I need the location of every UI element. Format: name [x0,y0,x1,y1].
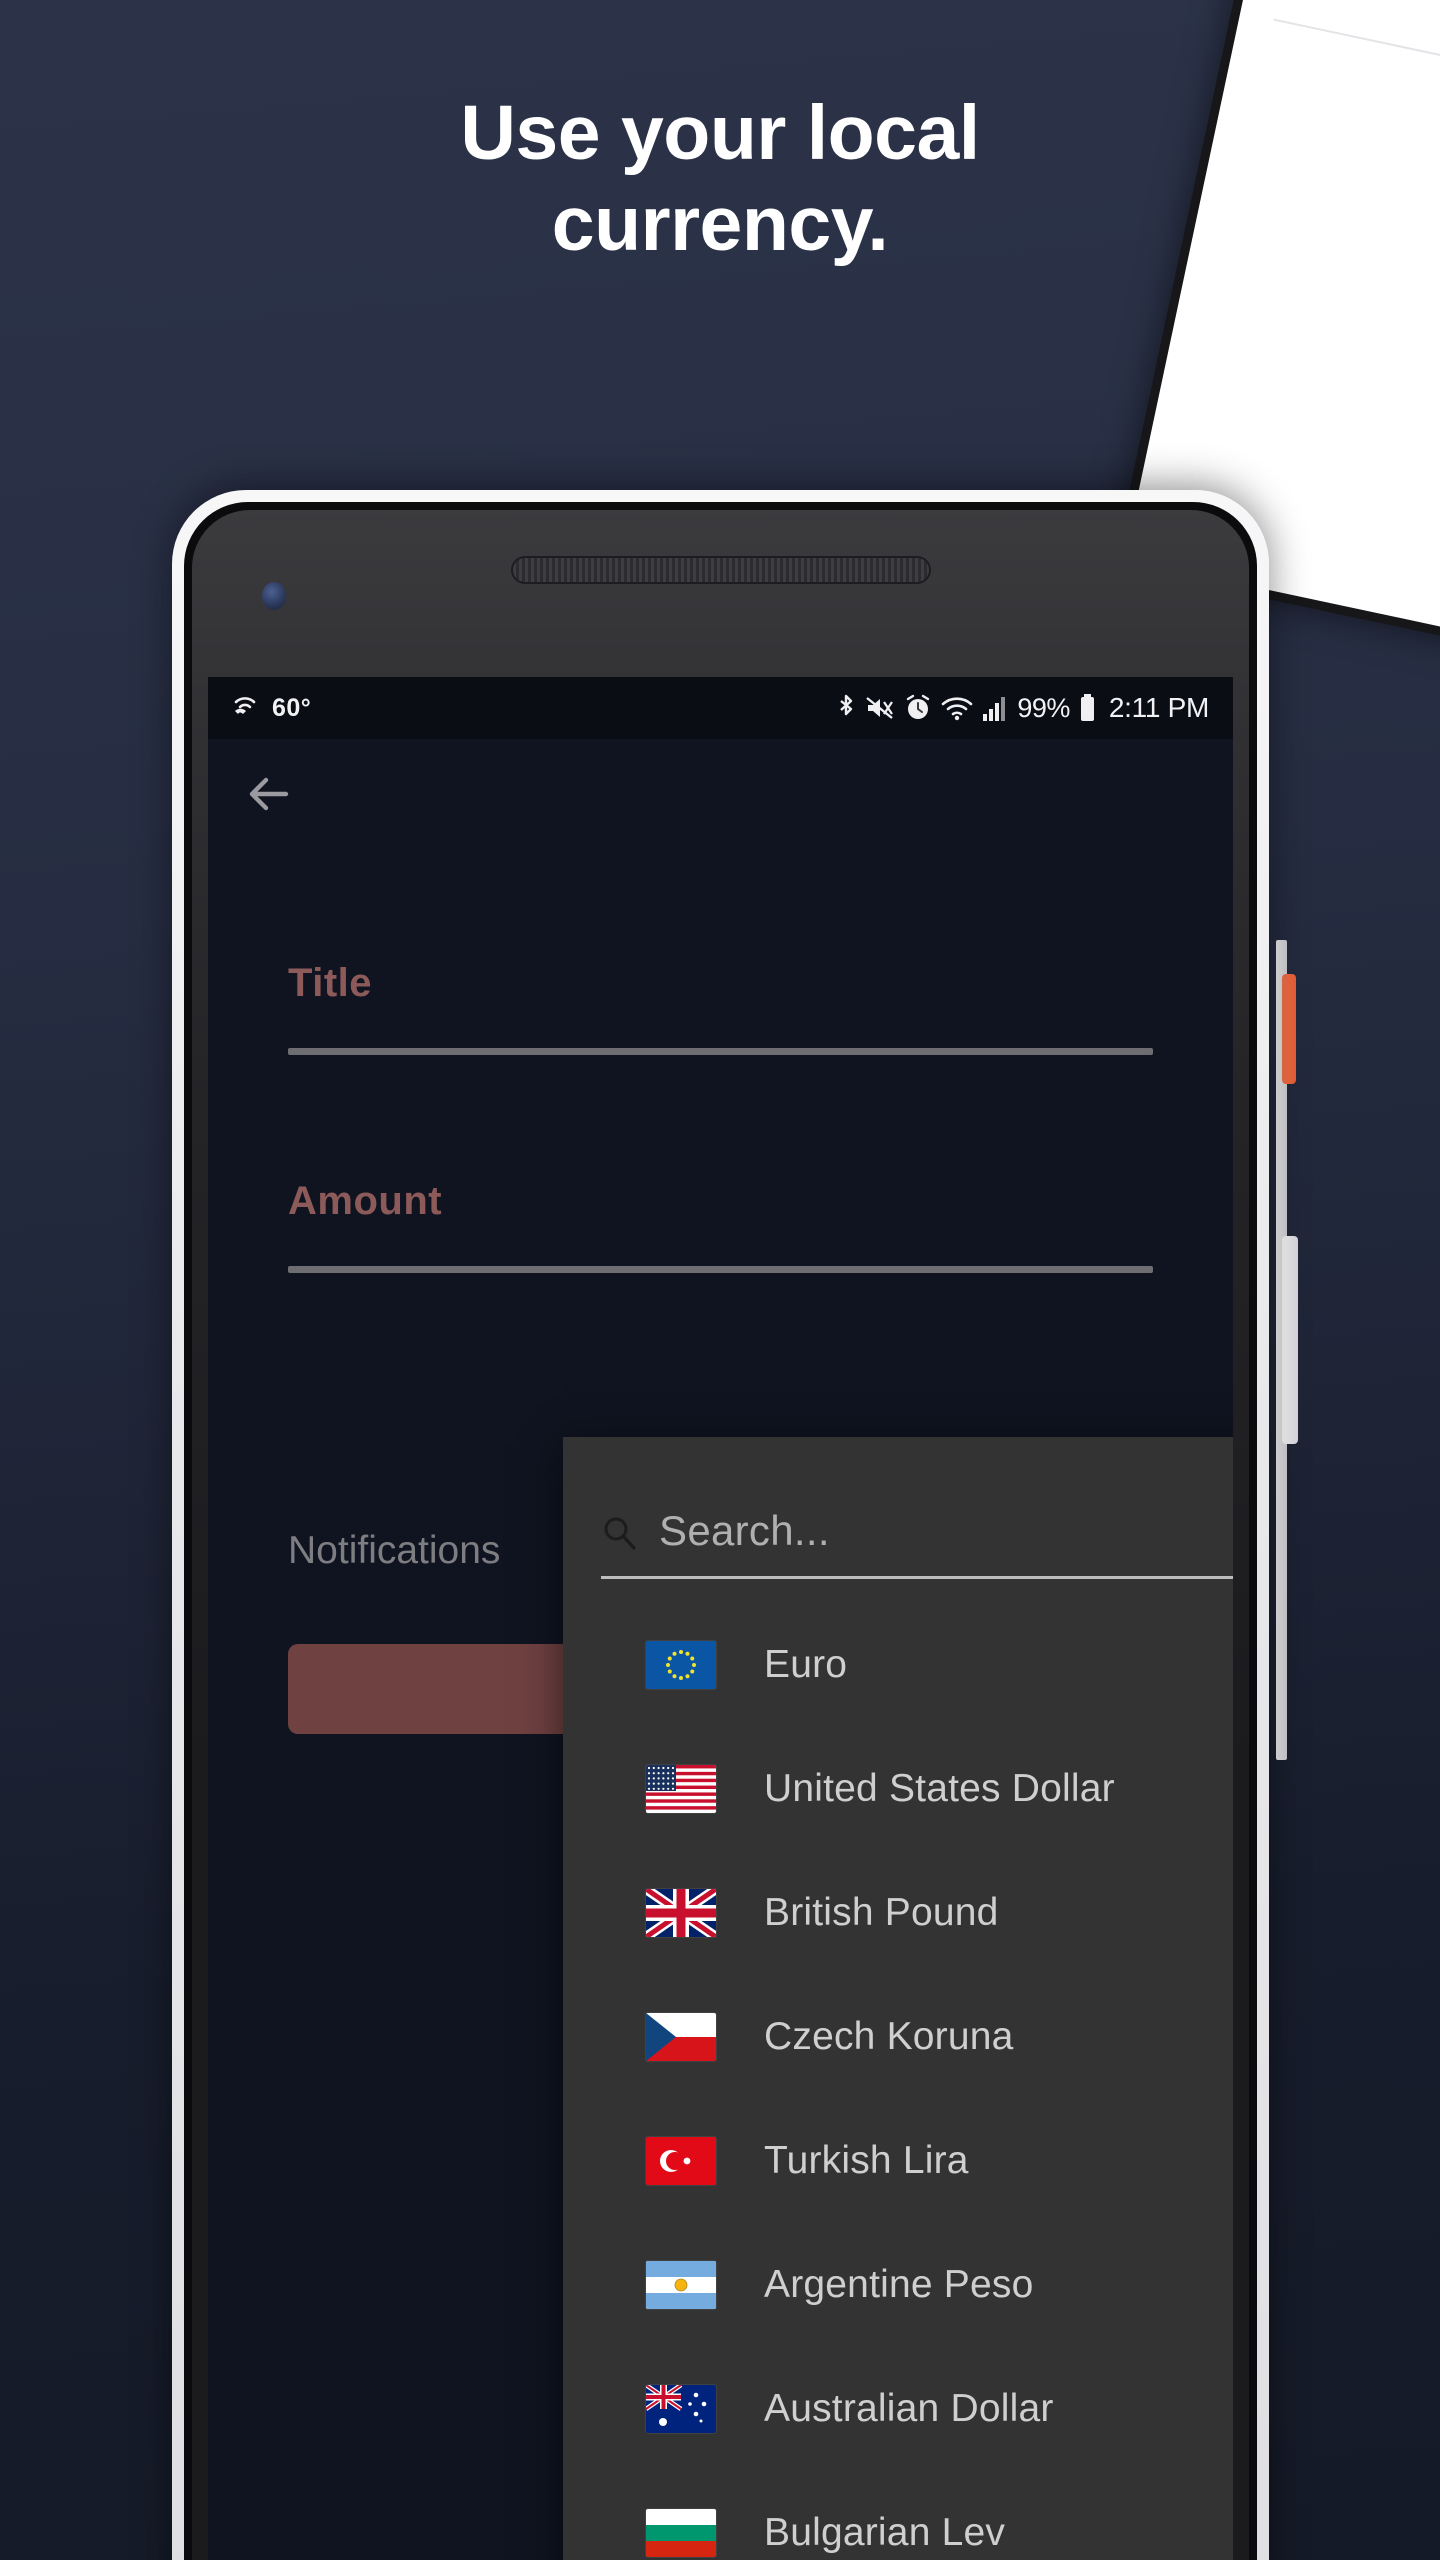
back-arrow-icon[interactable] [242,767,296,821]
cz-flag-icon [646,2013,716,2061]
cell-signal-icon [982,694,1008,722]
us-flag-icon [646,1765,716,1813]
amount-field-group: Amount [288,1179,1153,1273]
search-input[interactable]: Search... [659,1507,830,1555]
alarm-icon [904,694,932,722]
currency-list-item[interactable]: Turkish Lira [563,2099,1233,2223]
status-bar-time: 2:11 PM [1108,692,1209,723]
currency-name: Bulgarian Lev [764,2511,1006,2554]
title-field-underline[interactable] [288,1048,1153,1055]
currency-list-item[interactable]: Bulgarian Lev [563,2471,1233,2560]
amount-field-label: Amount [288,1179,443,1223]
app-bar [208,739,1233,849]
status-bar: 60° 99% 2:11 PM [208,677,1233,739]
currency-name: Euro [764,1643,848,1686]
weather-temperature: 60° [272,693,312,722]
tr-flag-icon [646,2137,716,2185]
secondary-phone-divider [1273,18,1440,98]
status-bar-left: 60° [232,694,311,723]
currency-name: Czech Koruna [764,2015,1014,2058]
currency-name: Australian Dollar [764,2387,1054,2430]
bg-flag-icon [646,2509,716,2557]
headline-line-1: Use your local [460,90,980,176]
currency-list-item[interactable]: Czech Koruna [563,1975,1233,2099]
eu-flag-icon [646,1641,716,1689]
currency-list-item[interactable]: British Pound [563,1851,1233,1975]
volume-rocker-button[interactable] [1282,1236,1298,1444]
side-device-edge [1276,940,1302,1760]
weather-call-icon [232,694,262,722]
power-button[interactable] [1282,974,1296,1084]
currency-list-item[interactable]: Euro [563,1603,1233,1727]
currency-name: British Pound [764,1891,999,1934]
currency-picker-dialog: Search... Euro United States Dollar Briti… [563,1437,1233,2560]
title-field-group: Title [288,961,1153,1055]
notifications-label: Notifications [288,1529,501,1572]
currency-name: Argentine Peso [764,2263,1034,2306]
status-bar-right: 99% 2:11 PM [836,692,1209,724]
currency-list-item[interactable]: United States Dollar [563,1727,1233,1851]
volume-mute-icon [865,694,895,722]
gb-flag-icon [646,1889,716,1937]
battery-icon [1079,693,1096,723]
search-icon [604,1517,636,1550]
currency-list-item[interactable]: Australian Dollar [563,2347,1233,2471]
battery-percent: 99% [1017,692,1070,723]
promo-screenshot: Use your local currency. 11:11 [0,0,1440,2560]
primary-phone-bezel: 60° 99% 2:11 PM Title Amount Notificatio… [192,510,1249,2560]
ar-flag-icon [646,2261,716,2309]
wifi-icon [941,694,973,722]
currency-list[interactable]: Euro United States Dollar British Pound C… [563,1603,1233,2560]
search-field[interactable]: Search... [601,1495,1233,1579]
title-field-label: Title [288,961,373,1005]
earpiece-speaker [510,556,931,584]
amount-field-underline[interactable] [288,1266,1153,1273]
bluetooth-icon [836,693,856,723]
currency-name: United States Dollar [764,1767,1115,1810]
primary-phone-mockup: 60° 99% 2:11 PM Title Amount Notificatio… [172,490,1269,2560]
au-flag-icon [646,2385,716,2433]
primary-phone-inner: 60° 99% 2:11 PM Title Amount Notificatio… [184,502,1257,2560]
front-camera [262,582,286,610]
currency-list-item[interactable]: Argentine Peso [563,2223,1233,2347]
currency-name: Turkish Lira [764,2139,969,2182]
primary-phone-screen: 60° 99% 2:11 PM Title Amount Notificatio… [208,677,1233,2560]
